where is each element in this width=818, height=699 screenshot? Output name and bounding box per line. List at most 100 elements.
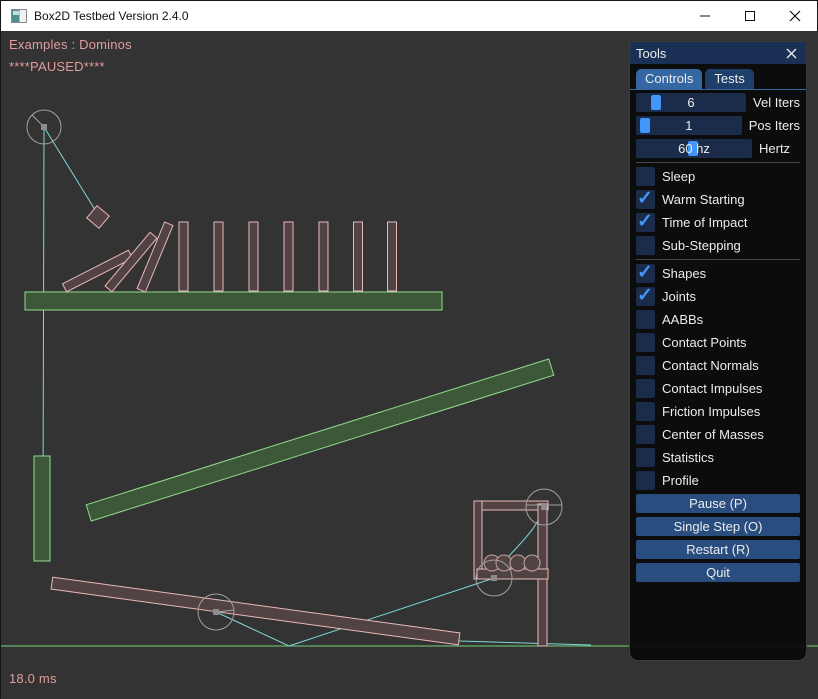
aabbs-checkbox[interactable]	[636, 310, 655, 329]
contact-impulses-checkbox[interactable]	[636, 379, 655, 398]
seesaw-plank[interactable]	[51, 577, 460, 645]
app-icon	[11, 9, 27, 23]
single-step-o-button[interactable]: Single Step (O)	[636, 517, 800, 536]
sleep-checkbox[interactable]	[636, 167, 655, 186]
warm-starting-checkbox[interactable]: ✓	[636, 190, 655, 209]
slider-value: 6	[636, 93, 746, 112]
checkbox-label: Shapes	[662, 266, 706, 281]
time-of-impact-checkbox[interactable]: ✓	[636, 213, 655, 232]
checkbox-label: Statistics	[662, 450, 714, 465]
frame-time-label: 18.0 ms	[9, 671, 57, 686]
checkbox-label: Joints	[662, 289, 696, 304]
checkmark-icon: ✓	[637, 187, 653, 210]
checkbox-label: Warm Starting	[662, 192, 745, 207]
leaning-domino-3[interactable]	[137, 222, 173, 292]
checkbox-label: Friction Impulses	[662, 404, 760, 419]
checkbox-label: Contact Impulses	[662, 381, 762, 396]
minimize-icon	[699, 10, 711, 22]
checkmark-icon: ✓	[637, 210, 653, 233]
button-group: Pause (P) Single Step (O) Restart (R) Quit	[636, 494, 800, 582]
tools-panel-header[interactable]: Tools	[630, 42, 806, 64]
checkbox-label: Sleep	[662, 169, 695, 184]
standing-domino-7[interactable]	[388, 222, 397, 291]
pause-p-button[interactable]: Pause (P)	[636, 494, 800, 513]
slider-group: 6 Vel Iters 1 Pos Iters 60 hz Hertz	[636, 93, 800, 158]
tools-panel-title: Tools	[636, 46, 783, 61]
separator	[636, 259, 800, 260]
profile-checkbox[interactable]	[636, 471, 655, 490]
standing-domino-3[interactable]	[249, 222, 258, 291]
joint-anchor-marker	[541, 504, 547, 510]
checkbox-row-contact-points: Contact Points	[636, 333, 800, 352]
standing-domino-2[interactable]	[214, 222, 223, 291]
app-window: Box2D Testbed Version 2.4.0	[0, 0, 818, 698]
green-post	[34, 456, 50, 561]
close-icon	[789, 10, 801, 22]
joint-anchor-marker	[41, 124, 47, 130]
joint-line-ground	[459, 641, 591, 645]
minimize-button[interactable]	[682, 1, 727, 31]
contact-normals-checkbox[interactable]	[636, 356, 655, 375]
checkbox-label: Time of Impact	[662, 215, 747, 230]
close-button[interactable]	[772, 1, 817, 31]
slider-row-vel-iters: 6 Vel Iters	[636, 93, 800, 112]
checkbox-label: Sub-Stepping	[662, 238, 741, 253]
titlebar: Box2D Testbed Version 2.4.0	[1, 1, 817, 31]
standing-domino-6[interactable]	[354, 222, 363, 291]
statistics-checkbox[interactable]	[636, 448, 655, 467]
standing-domino-1[interactable]	[179, 222, 188, 291]
checkbox-label: Center of Masses	[662, 427, 764, 442]
frame-shelf[interactable]	[477, 569, 548, 579]
checkbox-row-profile: Profile	[636, 471, 800, 490]
example-label: Examples : Dominos	[9, 37, 132, 52]
standing-domino-5[interactable]	[319, 222, 328, 291]
checkbox-row-center-of-masses: Center of Masses	[636, 425, 800, 444]
shapes-checkbox[interactable]: ✓	[636, 264, 655, 283]
joints-checkbox[interactable]: ✓	[636, 287, 655, 306]
checkbox-row-statistics: Statistics	[636, 448, 800, 467]
checkbox-list: Sleep ✓ Warm Starting ✓ Time of Impact Sub-St…	[636, 167, 800, 490]
slider-label: Pos Iters	[749, 118, 800, 133]
quit-button[interactable]: Quit	[636, 563, 800, 582]
maximize-icon	[744, 10, 756, 22]
restart-r-button[interactable]: Restart (R)	[636, 540, 800, 559]
tab-controls[interactable]: Controls	[636, 69, 702, 89]
slider-value: 60 hz	[636, 139, 752, 158]
checkbox-label: Contact Normals	[662, 358, 759, 373]
checkbox-row-shapes: ✓ Shapes	[636, 264, 800, 283]
checkbox-row-sub-stepping: Sub-Stepping	[636, 236, 800, 255]
standing-domino-4[interactable]	[284, 222, 293, 291]
friction-impulses-checkbox[interactable]	[636, 402, 655, 421]
maximize-button[interactable]	[727, 1, 772, 31]
checkbox-label: Profile	[662, 473, 699, 488]
center-of-masses-checkbox[interactable]	[636, 425, 655, 444]
checkbox-label: AABBs	[662, 312, 703, 327]
slider-label: Vel Iters	[753, 95, 800, 110]
pos-iters-slider[interactable]: 1	[636, 116, 742, 135]
ball-4[interactable]	[524, 555, 540, 571]
tab-tests[interactable]: Tests	[705, 69, 753, 89]
sub-stepping-checkbox[interactable]	[636, 236, 655, 255]
vel-iters-slider[interactable]: 6	[636, 93, 746, 112]
checkbox-row-sleep: Sleep	[636, 167, 800, 186]
checkmark-icon: ✓	[637, 284, 653, 307]
joint-anchor-marker	[213, 609, 219, 615]
checkbox-row-warm-starting: ✓ Warm Starting	[636, 190, 800, 209]
frame-left-bar[interactable]	[474, 501, 482, 579]
hertz-slider[interactable]: 60 hz	[636, 139, 752, 158]
checkmark-icon: ✓	[637, 261, 653, 284]
joint-line-pendulum	[44, 127, 97, 213]
checkbox-row-friction-impulses: Friction Impulses	[636, 402, 800, 421]
tools-panel-close-button[interactable]	[783, 45, 800, 62]
pendulum-bob[interactable]	[87, 206, 110, 229]
contact-points-checkbox[interactable]	[636, 333, 655, 352]
close-icon	[786, 48, 797, 59]
slider-label: Hertz	[759, 141, 790, 156]
angled-plank	[86, 359, 554, 521]
slider-row-hertz: 60 hz Hertz	[636, 139, 800, 158]
checkbox-row-contact-impulses: Contact Impulses	[636, 379, 800, 398]
checkbox-row-time-of-impact: ✓ Time of Impact	[636, 213, 800, 232]
slider-row-pos-iters: 1 Pos Iters	[636, 116, 800, 135]
paused-label: ****PAUSED****	[9, 59, 105, 74]
checkbox-row-aabbs: AABBs	[636, 310, 800, 329]
